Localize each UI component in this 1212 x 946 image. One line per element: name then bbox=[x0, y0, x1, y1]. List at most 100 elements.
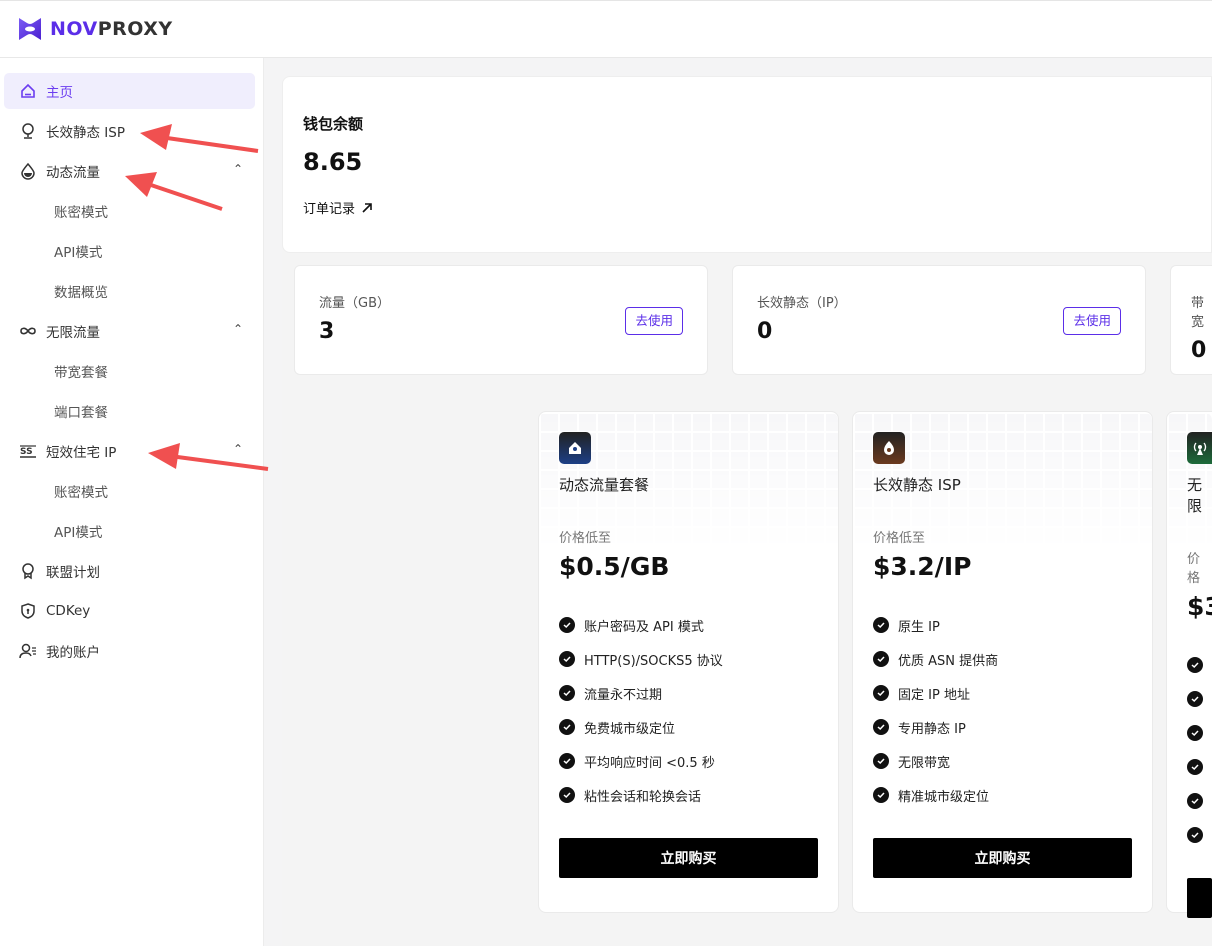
stat-card: 流量（GB） 3 去使用 bbox=[294, 265, 708, 375]
ss-icon: SS bbox=[19, 442, 37, 460]
feature-item bbox=[1187, 818, 1212, 852]
sidebar-item-3[interactable]: 账密模式 bbox=[4, 193, 255, 229]
arrow-up-right-icon bbox=[362, 202, 372, 213]
plan-price: $3 bbox=[1187, 592, 1212, 621]
plan-name: 动态流量套餐 bbox=[559, 476, 650, 494]
feature-item: 精准城市级定位 bbox=[873, 778, 1132, 812]
fire-icon bbox=[873, 432, 905, 464]
sidebar-item-label: 主页 bbox=[46, 85, 73, 101]
top-header: NOVPROXY bbox=[0, 0, 1212, 58]
check-circle-icon bbox=[1187, 657, 1203, 673]
check-circle-icon bbox=[559, 787, 575, 803]
sidebar-item-label: CDKey bbox=[46, 603, 91, 619]
feature-item: 固定 IP 地址 bbox=[873, 676, 1132, 710]
price-label: 价格低至 bbox=[873, 531, 926, 546]
sidebar-item-9[interactable]: SS 短效住宅 IP ⌃ bbox=[4, 433, 255, 469]
check-circle-icon bbox=[873, 617, 889, 633]
buy-now-button[interactable]: 立即购买 bbox=[873, 838, 1132, 878]
feature-list: 账户密码及 API 模式 HTTP(S)/SOCKS5 协议 流量永不过期 免费城市级… bbox=[559, 608, 818, 812]
sidebar-item-label: 长效静态 ISP bbox=[46, 125, 125, 141]
price-label: 价格 bbox=[1187, 552, 1201, 586]
antenna-icon bbox=[1187, 432, 1212, 464]
check-circle-icon bbox=[873, 685, 889, 701]
user-list-icon bbox=[19, 642, 37, 660]
feature-item bbox=[1187, 682, 1212, 716]
stat-card: 带宽 0 bbox=[1170, 265, 1212, 375]
sidebar-item-4[interactable]: API模式 bbox=[4, 233, 255, 269]
home-icon bbox=[19, 82, 37, 100]
sidebar-item-label: API模式 bbox=[54, 245, 103, 261]
feature-list: 原生 IP 优质 ASN 提供商 固定 IP 地址 专用静态 IP 无限带宽 精准城市级定… bbox=[873, 608, 1132, 812]
chevron-up-icon[interactable]: ⌃ bbox=[233, 322, 243, 336]
wallet-card: 钱包余额 8.65 订单记录 bbox=[282, 76, 1212, 253]
sidebar-item-12[interactable]: 联盟计划 bbox=[4, 553, 255, 589]
sidebar: 主页 长效静态 ISP 动态流量 ⌃ 账密模式 API模式 数据概览 无限流量 ⌃ 带宽套餐 端口套… bbox=[0, 58, 264, 946]
sidebar-item-8[interactable]: 端口套餐 bbox=[4, 393, 255, 429]
plan-price: $3.2/IP bbox=[873, 552, 972, 581]
chevron-up-icon[interactable]: ⌃ bbox=[233, 162, 243, 176]
plan-card: 长效静态 ISP 价格低至 $3.2/IP 原生 IP 优质 ASN 提供商 固定 … bbox=[852, 411, 1153, 913]
sidebar-item-10[interactable]: 账密模式 bbox=[4, 473, 255, 509]
sidebar-item-0[interactable]: 主页 bbox=[4, 73, 255, 109]
feature-item: 优质 ASN 提供商 bbox=[873, 642, 1132, 676]
home-pin-icon bbox=[559, 432, 591, 464]
check-circle-icon bbox=[1187, 725, 1203, 741]
feature-item bbox=[1187, 784, 1212, 818]
price-label: 价格低至 bbox=[559, 531, 612, 546]
feature-item bbox=[1187, 750, 1212, 784]
sidebar-item-label: 账密模式 bbox=[54, 205, 108, 221]
feature-item: 流量永不过期 bbox=[559, 676, 818, 710]
sidebar-item-2[interactable]: 动态流量 ⌃ bbox=[4, 153, 255, 189]
wallet-balance: 8.65 bbox=[303, 148, 363, 176]
check-circle-icon bbox=[559, 617, 575, 633]
check-circle-icon bbox=[873, 787, 889, 803]
plan-name: 长效静态 ISP bbox=[873, 476, 961, 494]
feature-item bbox=[1187, 648, 1212, 682]
plan-price: $0.5/GB bbox=[559, 552, 670, 581]
location-pin-icon bbox=[19, 122, 37, 140]
use-button[interactable]: 去使用 bbox=[625, 307, 683, 335]
feature-item: 平均响应时间 <0.5 秒 bbox=[559, 744, 818, 778]
check-circle-icon bbox=[1187, 759, 1203, 775]
wallet-title: 钱包余额 bbox=[303, 115, 364, 133]
check-circle-icon bbox=[873, 651, 889, 667]
sidebar-item-label: 账密模式 bbox=[54, 485, 108, 501]
chevron-up-icon[interactable]: ⌃ bbox=[233, 442, 243, 456]
stat-value: 0 bbox=[1191, 338, 1207, 363]
sidebar-item-label: 联盟计划 bbox=[46, 565, 100, 581]
sidebar-item-14[interactable]: 我的账户 bbox=[4, 633, 255, 669]
check-circle-icon bbox=[873, 719, 889, 735]
stat-card: 长效静态（IP） 0 去使用 bbox=[732, 265, 1146, 375]
sidebar-item-13[interactable]: CDKey bbox=[4, 593, 255, 629]
feature-list bbox=[1187, 648, 1212, 852]
sidebar-item-label: 数据概览 bbox=[54, 285, 108, 301]
buy-now-button[interactable] bbox=[1187, 878, 1212, 918]
feature-item: 原生 IP bbox=[873, 608, 1132, 642]
check-circle-icon bbox=[1187, 827, 1203, 843]
feature-item: 专用静态 IP bbox=[873, 710, 1132, 744]
check-circle-icon bbox=[1187, 793, 1203, 809]
sidebar-item-6[interactable]: 无限流量 ⌃ bbox=[4, 313, 255, 349]
sidebar-item-11[interactable]: API模式 bbox=[4, 513, 255, 549]
sidebar-item-label: 无限流量 bbox=[46, 325, 100, 341]
feature-item: 账户密码及 API 模式 bbox=[559, 608, 818, 642]
sidebar-item-7[interactable]: 带宽套餐 bbox=[4, 353, 255, 389]
orders-link[interactable]: 订单记录 bbox=[303, 198, 1211, 217]
drop-icon bbox=[19, 162, 37, 180]
brand-name[interactable]: NOVPROXY bbox=[50, 18, 173, 40]
sidebar-item-label: 带宽套餐 bbox=[54, 365, 108, 381]
sidebar-item-label: API模式 bbox=[54, 525, 103, 541]
sidebar-item-label: 动态流量 bbox=[46, 165, 100, 181]
buy-now-button[interactable]: 立即购买 bbox=[559, 838, 818, 878]
check-circle-icon bbox=[1187, 691, 1203, 707]
feature-item: 无限带宽 bbox=[873, 744, 1132, 778]
svg-text:SS: SS bbox=[20, 447, 33, 457]
use-button[interactable]: 去使用 bbox=[1063, 307, 1121, 335]
shield-icon bbox=[19, 602, 37, 620]
feature-item: 粘性会话和轮换会话 bbox=[559, 778, 818, 812]
stat-title: 带宽 bbox=[1191, 296, 1205, 330]
award-icon bbox=[19, 562, 37, 580]
sidebar-item-label: 短效住宅 IP bbox=[46, 445, 117, 461]
sidebar-item-5[interactable]: 数据概览 bbox=[4, 273, 255, 309]
sidebar-item-1[interactable]: 长效静态 ISP bbox=[4, 113, 255, 149]
